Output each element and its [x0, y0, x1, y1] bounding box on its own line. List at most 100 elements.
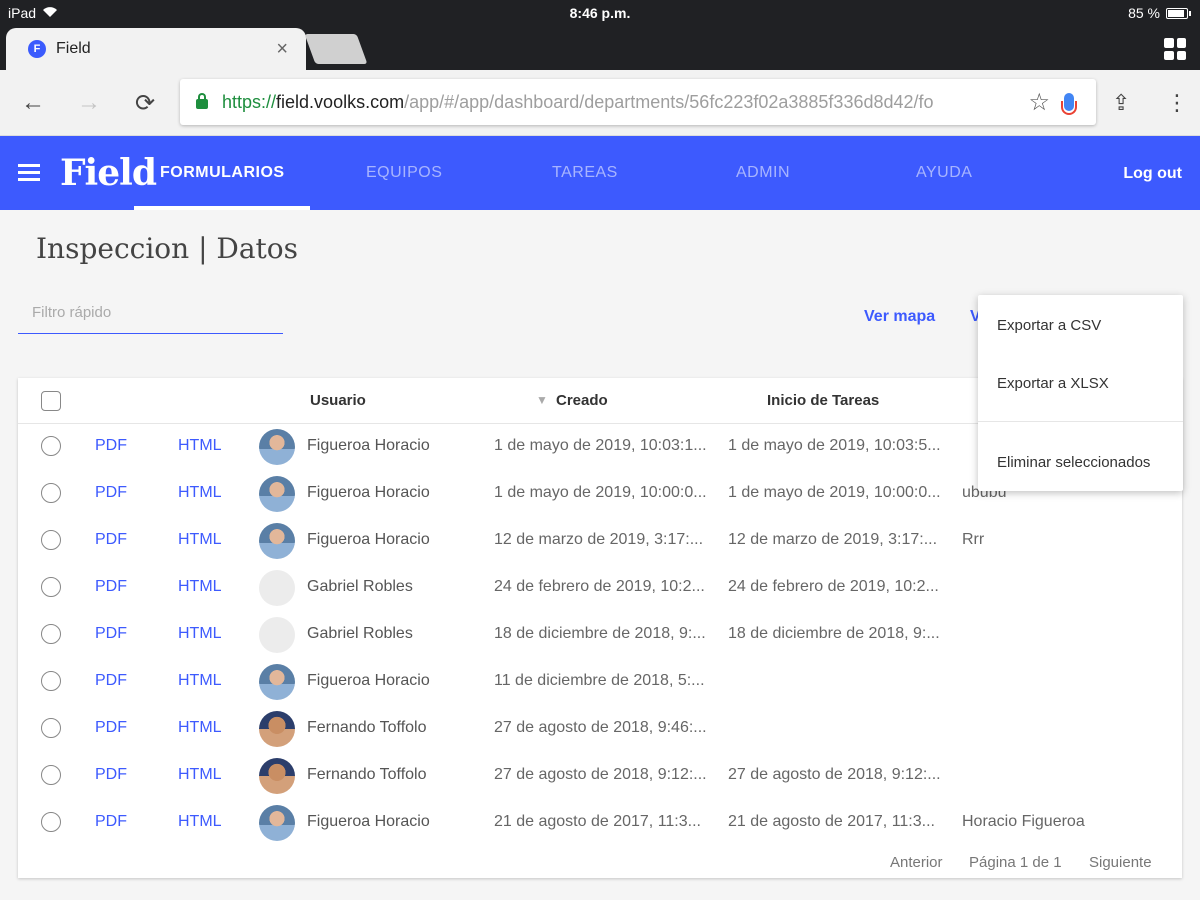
pdf-link[interactable]: PDF [95, 672, 127, 690]
pdf-link[interactable]: PDF [95, 625, 127, 643]
pdf-link[interactable]: PDF [95, 719, 127, 737]
avatar [259, 476, 295, 512]
cell-usuario: Figueroa Horacio [307, 672, 430, 689]
html-link[interactable]: HTML [178, 531, 222, 549]
table-row[interactable]: PDF HTML Gabriel Robles 18 de diciembre de … [18, 612, 1182, 659]
row-checkbox[interactable] [41, 530, 61, 550]
cell-usuario: Figueroa Horacio [307, 813, 430, 830]
quick-filter[interactable] [18, 298, 283, 334]
pdf-link[interactable]: PDF [95, 484, 127, 502]
table-row[interactable]: PDF HTML Fernando Toffolo 27 de agosto de 2… [18, 706, 1182, 753]
tab-switcher-icon[interactable] [1164, 38, 1186, 60]
status-right: 85 % [1128, 5, 1191, 21]
pdf-link[interactable]: PDF [95, 578, 127, 596]
pager-previous[interactable]: Anterior [890, 854, 943, 871]
tab-title: Field [56, 40, 91, 57]
avatar [259, 570, 295, 606]
row-checkbox[interactable] [41, 483, 61, 503]
html-link[interactable]: HTML [178, 766, 222, 784]
html-link[interactable]: HTML [178, 813, 222, 831]
share-icon[interactable]: ⇪ [1112, 90, 1130, 116]
cell-usuario: Fernando Toffolo [307, 719, 427, 736]
page-title: Inspeccion | Datos [36, 232, 299, 265]
bookmark-star-icon[interactable]: ☆ [1028, 88, 1050, 117]
pdf-link[interactable]: PDF [95, 531, 127, 549]
select-all-checkbox[interactable] [41, 391, 61, 411]
cell-usuario: Figueroa Horacio [307, 531, 430, 548]
column-header-inicio[interactable]: Inicio de Tareas [767, 392, 879, 409]
pdf-link[interactable]: PDF [95, 437, 127, 455]
menu-export-xlsx[interactable]: Exportar a XLSX [997, 375, 1109, 392]
row-checkbox[interactable] [41, 577, 61, 597]
avatar [259, 523, 295, 559]
nav-formularios[interactable]: FORMULARIOS [160, 164, 285, 182]
microphone-icon[interactable] [1061, 93, 1077, 115]
browser-tab[interactable]: F Field × [6, 28, 306, 70]
nav-tareas[interactable]: TAREAS [552, 164, 618, 182]
html-link[interactable]: HTML [178, 578, 222, 596]
row-checkbox[interactable] [41, 765, 61, 785]
column-header-creado[interactable]: Creado [556, 392, 608, 409]
html-link[interactable]: HTML [178, 484, 222, 502]
avatar [259, 711, 295, 747]
row-checkbox[interactable] [41, 718, 61, 738]
cell-creado: 12 de marzo de 2019, 3:17:... [494, 531, 704, 548]
row-checkbox[interactable] [41, 812, 61, 832]
row-checkbox[interactable] [41, 436, 61, 456]
export-menu: Exportar a CSV Exportar a XLSX Eliminar … [978, 295, 1183, 491]
avatar [259, 429, 295, 465]
nav-admin[interactable]: ADMIN [736, 164, 790, 182]
pdf-link[interactable]: PDF [95, 813, 127, 831]
menu-delete-selected[interactable]: Eliminar seleccionados [997, 454, 1150, 471]
reload-icon[interactable]: ⟳ [128, 86, 162, 120]
menu-export-csv[interactable]: Exportar a CSV [997, 317, 1101, 334]
cell-creado: 1 de mayo de 2019, 10:00:0... [494, 484, 706, 501]
avatar [259, 617, 295, 653]
cell-usuario: Figueroa Horacio [307, 484, 430, 501]
hamburger-menu-icon[interactable] [18, 164, 40, 182]
cell-creado: 1 de mayo de 2019, 10:03:1... [494, 437, 706, 454]
cell-inicio: 1 de mayo de 2019, 10:03:5... [728, 437, 940, 454]
sort-desc-icon[interactable]: ▼ [536, 393, 548, 407]
table-row[interactable]: PDF HTML Gabriel Robles 24 de febrero de 20… [18, 565, 1182, 612]
row-checkbox[interactable] [41, 671, 61, 691]
url-text[interactable]: https://field.voolks.com/app/#/app/dashb… [222, 92, 1014, 113]
new-tab-button[interactable] [304, 34, 368, 64]
logout-button[interactable]: Log out [1123, 165, 1182, 183]
nav-equipos[interactable]: EQUIPOS [366, 164, 442, 182]
table-row[interactable]: PDF HTML Figueroa Horacio 21 de agosto de 2… [18, 800, 1182, 847]
cell-inicio: 27 de agosto de 2018, 9:12:... [728, 766, 940, 783]
browser-toolbar: ← → ⟳ https://field.voolks.com/app/#/app… [0, 70, 1200, 136]
table-row[interactable]: PDF HTML Figueroa Horacio 11 de diciembre d… [18, 659, 1182, 706]
cell-creado: 27 de agosto de 2018, 9:46:... [494, 719, 706, 736]
cell-extra: Horacio Figueroa [962, 813, 1085, 830]
close-tab-icon[interactable]: × [276, 38, 288, 61]
table-row[interactable]: PDF HTML Figueroa Horacio 12 de marzo de 20… [18, 518, 1182, 565]
ver-mapa-link[interactable]: Ver mapa [864, 308, 935, 326]
battery-percent: 85 % [1128, 5, 1160, 21]
avatar [259, 664, 295, 700]
row-checkbox[interactable] [41, 624, 61, 644]
pdf-link[interactable]: PDF [95, 766, 127, 784]
favicon-icon: F [28, 40, 46, 58]
cell-inicio: 21 de agosto de 2017, 11:3... [728, 813, 935, 830]
nav-ayuda[interactable]: AYUDA [916, 164, 972, 182]
cell-usuario: Gabriel Robles [307, 578, 413, 595]
forward-arrow-icon[interactable]: → [72, 86, 106, 120]
html-link[interactable]: HTML [178, 672, 222, 690]
tab-strip: F Field × [0, 28, 1200, 70]
table-row[interactable]: PDF HTML Fernando Toffolo 27 de agosto de 2… [18, 753, 1182, 800]
cell-inicio: 24 de febrero de 2019, 10:2... [728, 578, 939, 595]
html-link[interactable]: HTML [178, 719, 222, 737]
app-bar: Field FORMULARIOS EQUIPOS TAREAS ADMIN A… [0, 136, 1200, 210]
app-logo[interactable]: Field [60, 152, 157, 194]
back-arrow-icon[interactable]: ← [16, 86, 50, 120]
pager-next[interactable]: Siguiente [1089, 854, 1152, 871]
column-header-usuario[interactable]: Usuario [310, 392, 366, 409]
address-bar[interactable]: https://field.voolks.com/app/#/app/dashb… [180, 79, 1096, 125]
quick-filter-input[interactable] [18, 298, 283, 327]
html-link[interactable]: HTML [178, 625, 222, 643]
html-link[interactable]: HTML [178, 437, 222, 455]
cell-creado: 18 de diciembre de 2018, 9:... [494, 625, 706, 642]
more-menu-icon[interactable]: ⋮ [1166, 90, 1188, 116]
